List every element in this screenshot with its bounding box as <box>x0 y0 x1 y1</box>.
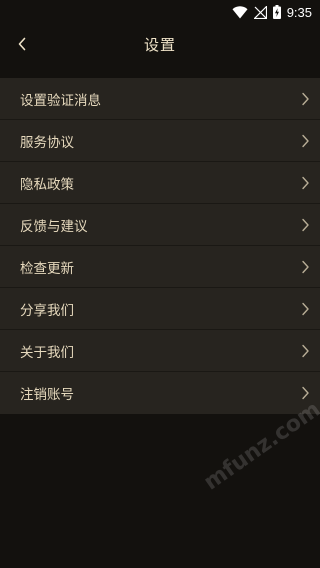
menu-item-share[interactable]: 分享我们 <box>0 288 320 330</box>
chevron-right-icon <box>301 176 310 190</box>
menu-item-label: 反馈与建议 <box>20 218 88 235</box>
battery-charging-icon <box>272 5 281 19</box>
status-time: 9:35 <box>286 4 312 20</box>
wifi-icon <box>232 5 248 19</box>
menu-item-feedback[interactable]: 反馈与建议 <box>0 204 320 246</box>
settings-screen: 9:35 设置 设置验证消息 服务协议 隐私政策 反馈与建议 检查更新 分享我们… <box>0 0 320 568</box>
no-signal-icon <box>253 5 267 19</box>
chevron-right-icon <box>301 134 310 148</box>
menu-item-label: 设置验证消息 <box>20 92 101 109</box>
app-bar: 设置 <box>0 24 320 64</box>
menu-item-label: 关于我们 <box>20 344 74 361</box>
menu-item-label: 注销账号 <box>20 387 74 403</box>
menu-item-label: 隐私政策 <box>20 176 74 193</box>
status-bar: 9:35 <box>0 0 320 24</box>
menu-item-label: 检查更新 <box>20 260 74 277</box>
chevron-right-icon <box>301 344 310 358</box>
chevron-right-icon <box>301 302 310 316</box>
chevron-left-icon <box>18 37 26 51</box>
menu-item-check-update[interactable]: 检查更新 <box>0 246 320 288</box>
menu-item-verification-message[interactable]: 设置验证消息 <box>0 78 320 120</box>
chevron-right-icon <box>301 260 310 274</box>
page-title: 设置 <box>143 35 176 54</box>
chevron-right-icon <box>301 92 310 106</box>
menu-item-service-agreement[interactable]: 服务协议 <box>0 120 320 162</box>
chevron-right-icon <box>301 218 310 232</box>
menu-item-delete-account[interactable]: 注销账号 <box>0 372 320 414</box>
settings-menu-list: 设置验证消息 服务协议 隐私政策 反馈与建议 检查更新 分享我们 关于我们 注销… <box>0 78 320 414</box>
menu-item-about[interactable]: 关于我们 <box>0 330 320 372</box>
back-button[interactable] <box>8 28 36 60</box>
menu-item-label: 服务协议 <box>20 134 74 151</box>
menu-item-label: 分享我们 <box>20 302 74 319</box>
menu-item-privacy-policy[interactable]: 隐私政策 <box>0 162 320 204</box>
